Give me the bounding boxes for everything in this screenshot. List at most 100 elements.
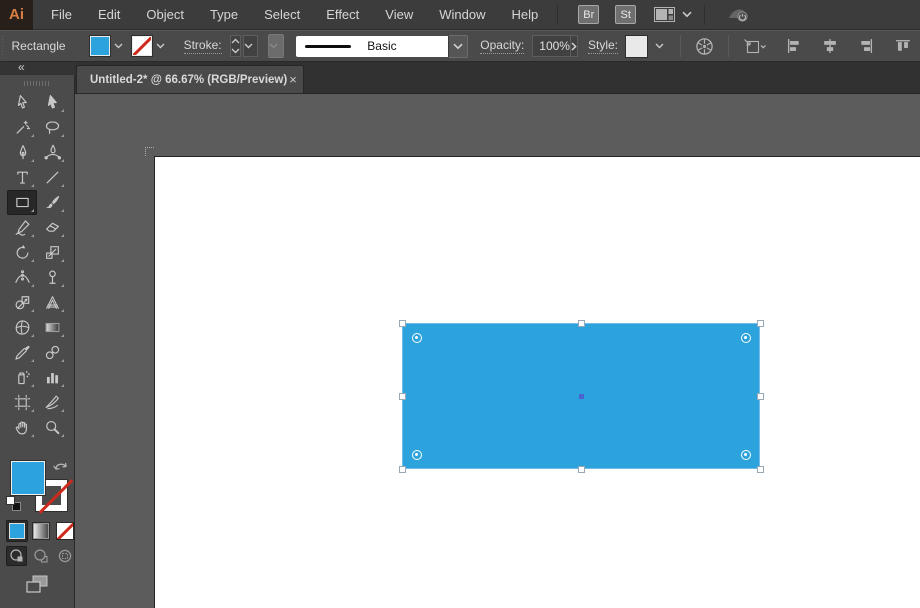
opacity-expand-button[interactable] [569, 35, 578, 57]
live-corner-widget[interactable] [740, 449, 751, 460]
stroke-panel-link[interactable]: Stroke: [183, 38, 222, 54]
menu-select[interactable]: Select [251, 0, 313, 30]
menu-bar: Ai File Edit Object Type Select Effect V… [0, 0, 920, 30]
touch-workspace-icon[interactable] [727, 5, 751, 24]
eyedropper-tool[interactable] [7, 340, 37, 365]
column-graph-tool[interactable] [37, 365, 67, 390]
workspace-switcher-button[interactable] [654, 7, 692, 22]
type-tool[interactable] [7, 165, 37, 190]
scale-tool[interactable] [37, 240, 67, 265]
swap-fill-stroke-icon[interactable] [53, 459, 69, 473]
live-corner-widget[interactable] [411, 332, 422, 343]
eraser-tool[interactable] [37, 215, 67, 240]
gradient-tool[interactable] [37, 315, 67, 340]
close-icon[interactable]: × [287, 71, 299, 88]
selection-handle[interactable] [398, 319, 406, 327]
width-tool[interactable] [7, 265, 37, 290]
transform-menu-button[interactable] [743, 38, 767, 55]
selection-handle[interactable] [398, 465, 406, 473]
align-left-icon [787, 39, 799, 53]
rectangle-tool[interactable] [7, 190, 37, 215]
artboard-tool[interactable] [7, 390, 37, 415]
shaper-tool[interactable] [7, 215, 37, 240]
rotate-tool[interactable] [7, 240, 37, 265]
selection-handle[interactable] [756, 465, 764, 473]
selection-handle[interactable] [577, 319, 585, 327]
gradient-button[interactable] [30, 520, 52, 542]
menu-file[interactable]: File [38, 0, 85, 30]
curvature-tool[interactable] [37, 140, 67, 165]
align-center-button[interactable] [821, 38, 839, 54]
style-swatch[interactable] [625, 34, 648, 58]
collapse-panel-button[interactable]: « [18, 60, 25, 74]
slice-tool[interactable] [37, 390, 67, 415]
draw-inside-button[interactable] [54, 546, 75, 566]
opacity-panel-link[interactable]: Opacity: [480, 38, 525, 54]
menu-help[interactable]: Help [498, 0, 551, 30]
width-profile-dropdown[interactable] [267, 34, 285, 58]
stroke-weight-stepper[interactable] [229, 35, 241, 57]
brush-chevron-button[interactable] [448, 34, 469, 58]
chevron-down-icon[interactable] [156, 43, 165, 49]
canvas-area[interactable] [75, 94, 920, 608]
stock-button[interactable]: St [615, 5, 637, 24]
chevron-down-icon[interactable] [114, 43, 123, 49]
draw-behind-button[interactable] [30, 546, 51, 566]
puppet-warp-tool[interactable] [37, 265, 67, 290]
mesh-tool[interactable] [7, 315, 37, 340]
default-fill-stroke-icon[interactable] [6, 496, 21, 511]
live-corner-widget[interactable] [740, 332, 751, 343]
fill-swatch[interactable] [88, 35, 111, 57]
bridge-button[interactable]: Br [578, 5, 600, 24]
brush-field[interactable]: Basic [296, 35, 449, 57]
fill-proxy-swatch[interactable] [10, 460, 46, 496]
tools-panel-grip[interactable] [24, 81, 51, 86]
opacity-input[interactable]: 100% [532, 35, 570, 57]
screen-mode-button[interactable] [24, 574, 50, 595]
symbol-sprayer-tool[interactable] [7, 365, 37, 390]
brush-definition-dropdown[interactable]: Basic [296, 34, 469, 58]
chevron-down-icon[interactable] [655, 43, 664, 49]
selection-handle[interactable] [398, 392, 406, 400]
zoom-tool[interactable] [37, 415, 67, 440]
line-segment-tool[interactable] [37, 165, 67, 190]
stroke-none-swatch[interactable] [130, 35, 153, 57]
selection-handle[interactable] [756, 392, 764, 400]
color-button[interactable] [6, 520, 28, 542]
document-tab[interactable]: Untitled-2* @ 66.67% (RGB/Preview) × [76, 65, 304, 93]
panel-grip[interactable] [2, 34, 3, 58]
selection-tool[interactable] [7, 90, 37, 115]
align-right-button[interactable] [856, 38, 874, 54]
graphic-style-dropdown[interactable] [625, 34, 664, 58]
menu-effect[interactable]: Effect [313, 0, 372, 30]
paintbrush-tool[interactable] [37, 190, 67, 215]
selection-handle[interactable] [577, 465, 585, 473]
hand-tool[interactable] [7, 415, 37, 440]
selection-handle[interactable] [756, 319, 764, 327]
shape-center-point [578, 393, 584, 399]
magic-wand-tool[interactable] [7, 115, 37, 140]
stroke-weight-dropdown[interactable] [242, 35, 258, 57]
menu-edit[interactable]: Edit [85, 0, 133, 30]
document-title: Untitled-2* @ 66.67% (RGB/Preview) [90, 73, 288, 86]
scale-icon [44, 244, 61, 261]
recolor-artwork-button[interactable] [695, 37, 714, 56]
menu-view[interactable]: View [372, 0, 426, 30]
live-corner-widget[interactable] [411, 449, 422, 460]
blend-tool[interactable] [37, 340, 67, 365]
menu-type[interactable]: Type [197, 0, 251, 30]
perspective-grid-tool[interactable] [37, 290, 67, 315]
menu-object[interactable]: Object [133, 0, 197, 30]
lasso-tool[interactable] [37, 115, 67, 140]
fill-color-dropdown[interactable] [88, 35, 123, 57]
draw-normal-button[interactable] [6, 546, 27, 566]
stroke-color-dropdown[interactable] [130, 35, 165, 57]
direct-selection-tool[interactable] [37, 90, 67, 115]
align-top-button[interactable] [895, 38, 913, 54]
style-panel-link[interactable]: Style: [587, 38, 618, 54]
none-button[interactable] [54, 520, 76, 542]
menu-window[interactable]: Window [426, 0, 498, 30]
pen-tool[interactable] [7, 140, 37, 165]
shape-builder-tool[interactable] [7, 290, 37, 315]
align-left-button[interactable] [786, 38, 804, 54]
